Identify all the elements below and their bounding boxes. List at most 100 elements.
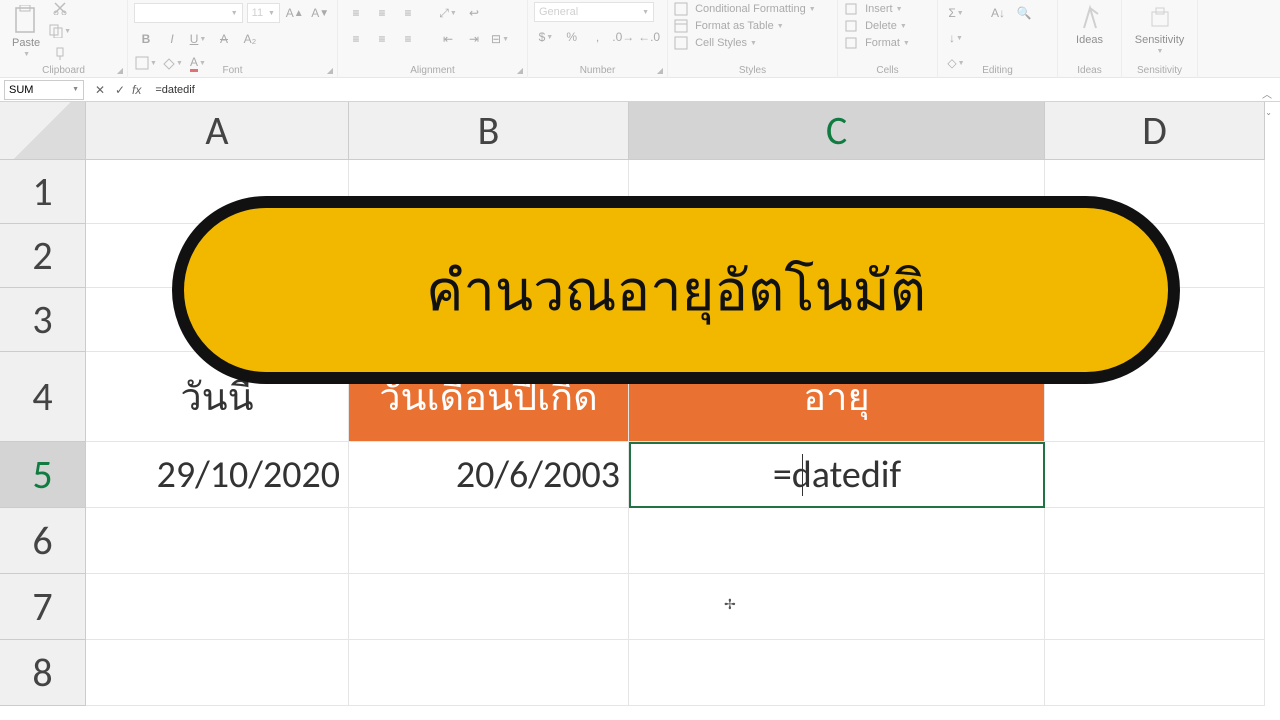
underline-button[interactable]: U▼ bbox=[186, 28, 210, 50]
row-header-1[interactable]: 1 bbox=[0, 160, 86, 224]
fill-button[interactable]: ↓▼ bbox=[944, 27, 968, 49]
group-label: Number bbox=[528, 65, 667, 76]
comma-button[interactable]: , bbox=[586, 26, 610, 48]
conditional-formatting-button[interactable]: Conditional Formatting▼ bbox=[674, 2, 831, 16]
cell-a6[interactable] bbox=[86, 508, 349, 574]
decrease-decimal-button[interactable]: ←.0 bbox=[637, 26, 661, 48]
select-all-corner[interactable] bbox=[0, 102, 86, 160]
delete-icon bbox=[844, 19, 858, 33]
align-middle-button[interactable]: ≡ bbox=[370, 2, 394, 24]
sensitivity-icon bbox=[1148, 4, 1172, 32]
cell-d5[interactable] bbox=[1045, 442, 1265, 508]
align-right-button[interactable]: ≡ bbox=[396, 28, 420, 50]
cell-a5[interactable]: 29/10/2020 bbox=[86, 442, 349, 508]
wrap-text-button[interactable]: ↩ bbox=[462, 2, 486, 24]
dialog-launcher-icon[interactable]: ◢ bbox=[117, 66, 123, 75]
bold-button[interactable]: B bbox=[134, 28, 158, 50]
group-label: Font bbox=[128, 65, 337, 76]
row-header-6[interactable]: 6 bbox=[0, 508, 86, 574]
decrease-font-button[interactable]: A▼ bbox=[309, 2, 331, 24]
cell-b5[interactable]: 20/6/2003 bbox=[349, 442, 629, 508]
cell-d7[interactable] bbox=[1045, 574, 1265, 640]
title-text: คำนวณอายุอัตโนมัติ bbox=[426, 246, 926, 335]
find-select-button[interactable]: 🔍 bbox=[1012, 2, 1036, 24]
row-header-5[interactable]: 5 bbox=[0, 442, 86, 508]
number-format-combo[interactable]: General▼ bbox=[534, 2, 654, 22]
name-box[interactable]: SUM▼ bbox=[4, 80, 84, 100]
group-label: Cells bbox=[838, 65, 937, 76]
increase-indent-button[interactable]: ⇥ bbox=[462, 28, 486, 50]
fx-icon[interactable]: fx bbox=[132, 83, 141, 97]
orientation-button[interactable]: ⤢▼ bbox=[436, 2, 460, 24]
font-size-combo[interactable]: 11▼ bbox=[247, 3, 280, 23]
row-header-8[interactable]: 8 bbox=[0, 640, 86, 706]
insert-button[interactable]: Insert▼ bbox=[844, 2, 931, 16]
format-painter-button[interactable] bbox=[48, 43, 72, 65]
align-top-button[interactable]: ≡ bbox=[344, 2, 368, 24]
format-icon bbox=[844, 36, 858, 50]
copy-button[interactable]: ▼ bbox=[48, 20, 72, 42]
accounting-button[interactable]: $▼ bbox=[534, 26, 558, 48]
column-header-b[interactable]: B bbox=[349, 102, 629, 160]
decrease-indent-button[interactable]: ⇤ bbox=[436, 28, 460, 50]
column-header-d[interactable]: D bbox=[1045, 102, 1265, 160]
format-table-button[interactable]: Format as Table▼ bbox=[674, 19, 831, 33]
row-header-7[interactable]: 7 bbox=[0, 574, 86, 640]
ideas-button[interactable]: Ideas bbox=[1064, 2, 1115, 48]
paste-button[interactable]: Paste ▼ bbox=[6, 3, 46, 60]
cell-b8[interactable] bbox=[349, 640, 629, 706]
row-header-3[interactable]: 3 bbox=[0, 288, 86, 352]
column-header-a[interactable]: A bbox=[86, 102, 349, 160]
cell-cursor-icon: ✢ bbox=[724, 596, 736, 613]
font-name-combo[interactable]: ▼ bbox=[134, 3, 243, 23]
subscript-button[interactable]: A₂ bbox=[238, 28, 262, 50]
group-label: Sensitivity bbox=[1122, 65, 1197, 76]
expand-formula-bar-button[interactable]: ⌄ bbox=[1265, 108, 1272, 117]
enter-formula-button[interactable]: ✓ bbox=[112, 83, 128, 97]
cell-b6[interactable] bbox=[349, 508, 629, 574]
formula-bar: SUM▼ ✕ ✓ fx =datedif bbox=[0, 78, 1280, 102]
formula-input[interactable]: =datedif bbox=[149, 84, 1280, 96]
cell-c7[interactable] bbox=[629, 574, 1045, 640]
ribbon: Paste ▼ ▼ Clipboard ◢ ▼ 11▼ A▲ A▼ B I U▼… bbox=[0, 0, 1280, 78]
row-header-2[interactable]: 2 bbox=[0, 224, 86, 288]
collapse-ribbon-button[interactable]: ︿ bbox=[1262, 86, 1272, 101]
group-clipboard: Paste ▼ ▼ Clipboard ◢ bbox=[0, 0, 128, 78]
align-center-button[interactable]: ≡ bbox=[370, 28, 394, 50]
cell-b7[interactable] bbox=[349, 574, 629, 640]
merge-button[interactable]: ⊟▼ bbox=[488, 28, 512, 50]
sort-filter-button[interactable]: A↓ bbox=[986, 2, 1010, 24]
dialog-launcher-icon[interactable]: ◢ bbox=[517, 66, 523, 75]
cell-c5[interactable]: =datedif bbox=[629, 442, 1045, 508]
delete-button[interactable]: Delete▼ bbox=[844, 19, 931, 33]
cut-button[interactable] bbox=[48, 0, 72, 19]
align-bottom-button[interactable]: ≡ bbox=[396, 2, 420, 24]
cell-c6[interactable] bbox=[629, 508, 1045, 574]
ideas-icon bbox=[1078, 4, 1102, 32]
brush-icon bbox=[53, 47, 67, 61]
group-label: Ideas bbox=[1058, 65, 1121, 76]
format-button[interactable]: Format▼ bbox=[844, 36, 931, 50]
cell-styles-button[interactable]: Cell Styles▼ bbox=[674, 36, 831, 50]
autosum-button[interactable]: Σ▼ bbox=[944, 2, 968, 24]
row-header-4[interactable]: 4 bbox=[0, 352, 86, 442]
cell-a8[interactable] bbox=[86, 640, 349, 706]
cell-c8[interactable] bbox=[629, 640, 1045, 706]
table-icon bbox=[674, 19, 688, 33]
align-left-button[interactable]: ≡ bbox=[344, 28, 368, 50]
cancel-formula-button[interactable]: ✕ bbox=[92, 83, 108, 97]
dialog-launcher-icon[interactable]: ◢ bbox=[657, 66, 663, 75]
percent-button[interactable]: % bbox=[560, 26, 584, 48]
group-styles: Conditional Formatting▼ Format as Table▼… bbox=[668, 0, 838, 78]
increase-font-button[interactable]: A▲ bbox=[284, 2, 306, 24]
cell-d6[interactable] bbox=[1045, 508, 1265, 574]
cell-a7[interactable] bbox=[86, 574, 349, 640]
scissors-icon bbox=[53, 1, 67, 15]
italic-button[interactable]: I bbox=[160, 28, 184, 50]
sensitivity-button[interactable]: Sensitivity ▼ bbox=[1128, 2, 1191, 57]
increase-decimal-button[interactable]: .0→ bbox=[611, 26, 635, 48]
cell-d8[interactable] bbox=[1045, 640, 1265, 706]
strikethrough-button[interactable]: A bbox=[212, 28, 236, 50]
column-header-c[interactable]: C bbox=[629, 102, 1045, 160]
dialog-launcher-icon[interactable]: ◢ bbox=[327, 66, 333, 75]
